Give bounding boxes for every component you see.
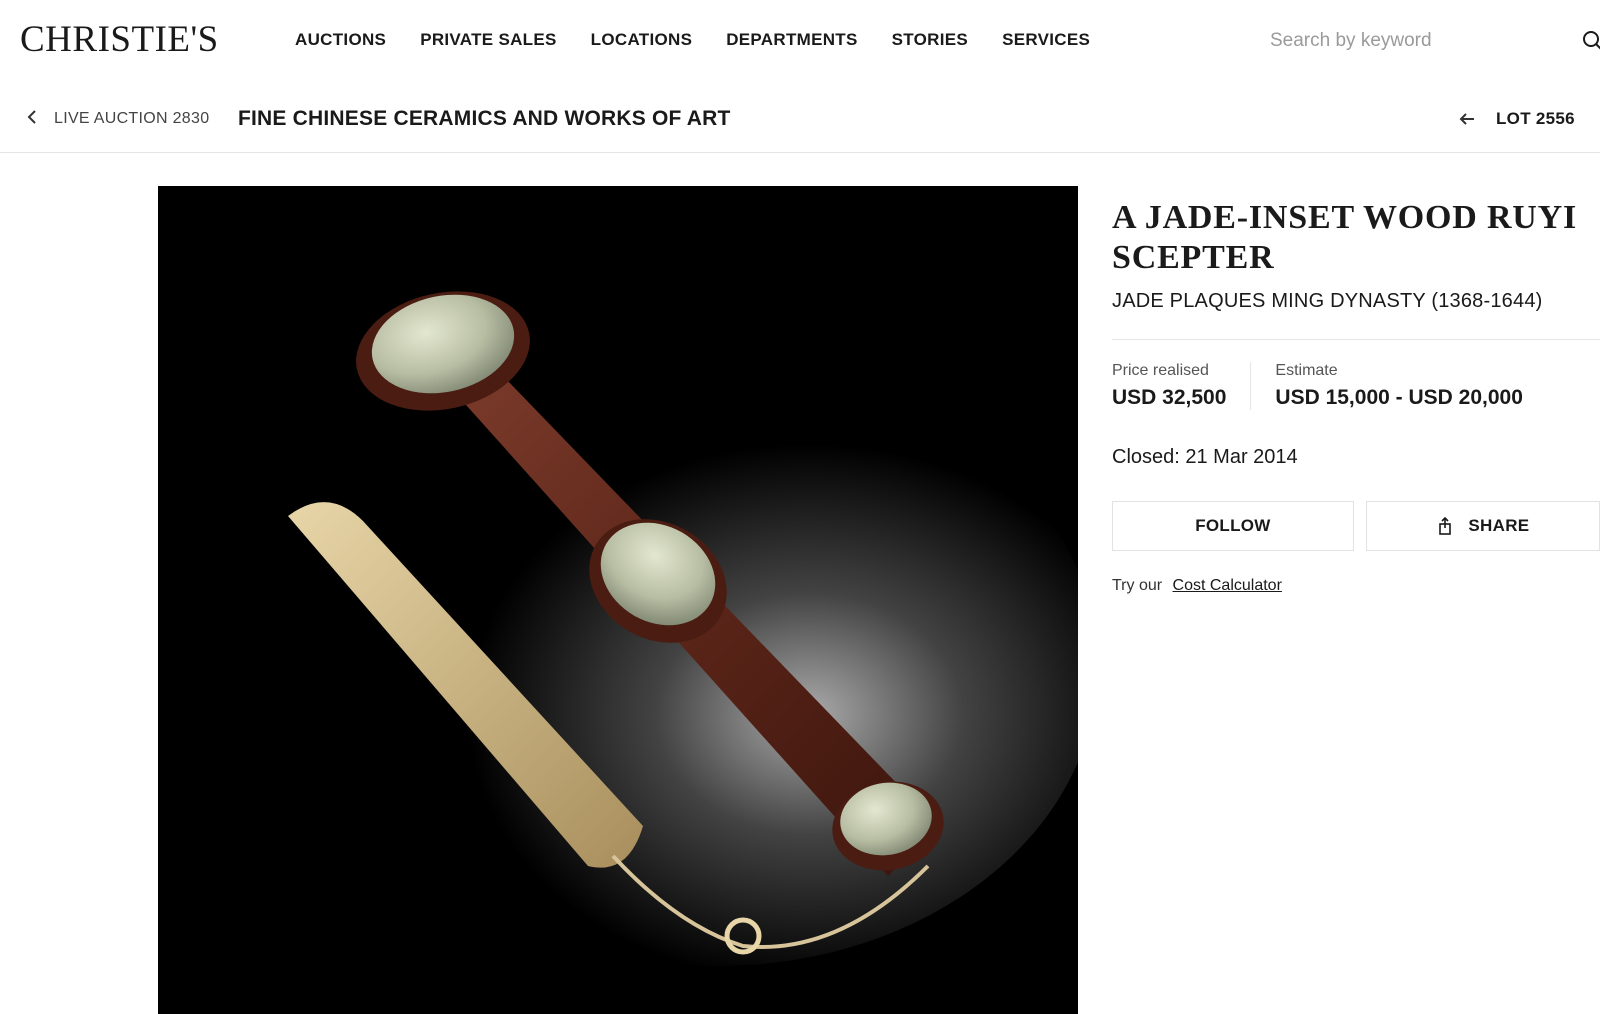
share-label: SHARE	[1468, 516, 1530, 535]
main-nav: AUCTIONS PRIVATE SALES LOCATIONS DEPARTM…	[295, 30, 1124, 50]
nav-locations[interactable]: LOCATIONS	[591, 30, 693, 50]
nav-stories[interactable]: STORIES	[892, 30, 968, 50]
closed-label: Closed:	[1112, 446, 1180, 468]
share-icon	[1439, 517, 1452, 535]
estimate-label: Estimate	[1275, 362, 1338, 379]
estimate: Estimate USD 15,000 - USD 20,000	[1250, 362, 1546, 410]
lot-image[interactable]	[158, 186, 1078, 1014]
calc-prefix: Try our	[1112, 577, 1163, 594]
cost-calculator-link[interactable]: Cost Calculator	[1173, 577, 1282, 594]
nav-departments[interactable]: DEPARTMENTS	[726, 30, 857, 50]
breadcrumb: LIVE AUCTION 2830 FINE CHINESE CERAMICS …	[0, 96, 1600, 153]
search-input[interactable]	[1270, 26, 1560, 56]
price-row: Price realised USD 32,500 Estimate USD 1…	[1112, 362, 1600, 410]
follow-button[interactable]: FOLLOW	[1112, 501, 1354, 551]
search-box	[1270, 26, 1600, 58]
chevron-left-icon[interactable]	[24, 108, 42, 126]
price-realised: Price realised USD 32,500	[1112, 362, 1250, 410]
closed-date: Closed: 21 Mar 2014	[1112, 446, 1600, 469]
christies-logo[interactable]: CHRISTIE'S	[20, 18, 219, 61]
ruyi-scepter-illustration	[158, 186, 1078, 1014]
search-icon[interactable]	[1581, 29, 1600, 53]
nav-private-sales[interactable]: PRIVATE SALES	[420, 30, 556, 50]
arrow-left-icon[interactable]	[1458, 110, 1476, 128]
share-button[interactable]: SHARE	[1365, 501, 1600, 551]
closed-value: 21 Mar 2014	[1185, 446, 1298, 468]
nav-auctions[interactable]: AUCTIONS	[295, 30, 386, 50]
lot-subtitle: JADE PLAQUES MING DYNASTY (1368-1644)	[1112, 290, 1543, 312]
lot-details: A JADE-INSET WOOD RUYI SCEPTER JADE PLAQ…	[1112, 198, 1600, 595]
estimate-value: USD 15,000 - USD 20,000	[1275, 386, 1523, 409]
action-buttons: FOLLOW SHARE	[1112, 501, 1600, 551]
lot-number[interactable]: LOT 2556	[1496, 109, 1575, 129]
live-auction-label[interactable]: LIVE AUCTION 2830	[54, 110, 209, 128]
divider	[1112, 339, 1600, 340]
price-realised-value: USD 32,500	[1112, 386, 1227, 409]
cost-calculator-row: Try our Cost Calculator	[1112, 577, 1600, 595]
price-realised-label: Price realised	[1112, 362, 1209, 379]
auction-title-link[interactable]: FINE CHINESE CERAMICS AND WORKS OF ART	[238, 107, 731, 131]
lot-title: A JADE-INSET WOOD RUYI SCEPTER	[1112, 199, 1578, 276]
top-navigation: CHRISTIE'S AUCTIONS PRIVATE SALES LOCATI…	[0, 0, 1600, 80]
nav-services[interactable]: SERVICES	[1002, 30, 1090, 50]
